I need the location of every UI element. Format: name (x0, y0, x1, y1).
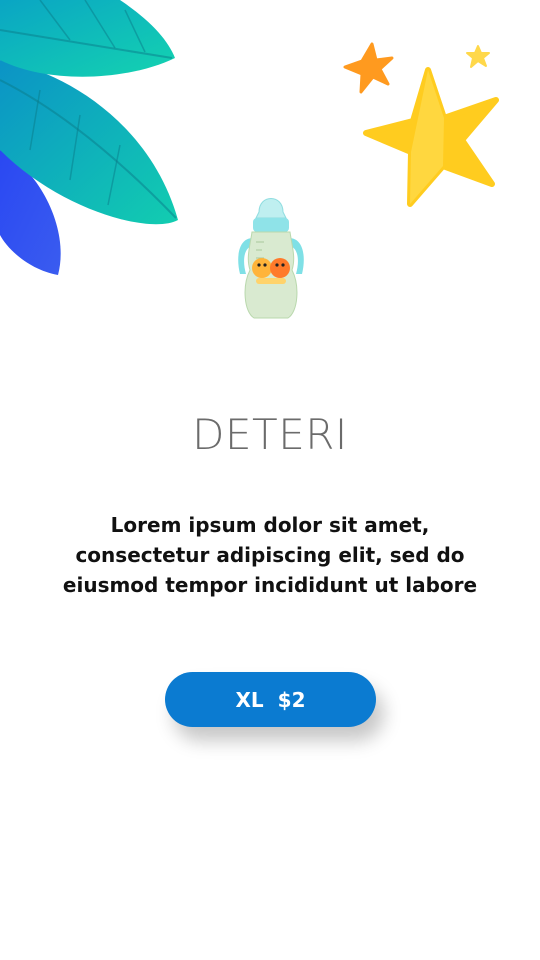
product-title: DETERI (192, 410, 348, 459)
baby-bottle-icon (238, 198, 304, 319)
size-price-button[interactable]: XL $2 (165, 672, 376, 727)
product-description: Lorem ipsum dolor sit amet, consectetur … (62, 513, 478, 597)
size-label: XL (235, 687, 264, 712)
price-label: $2 (277, 687, 306, 712)
